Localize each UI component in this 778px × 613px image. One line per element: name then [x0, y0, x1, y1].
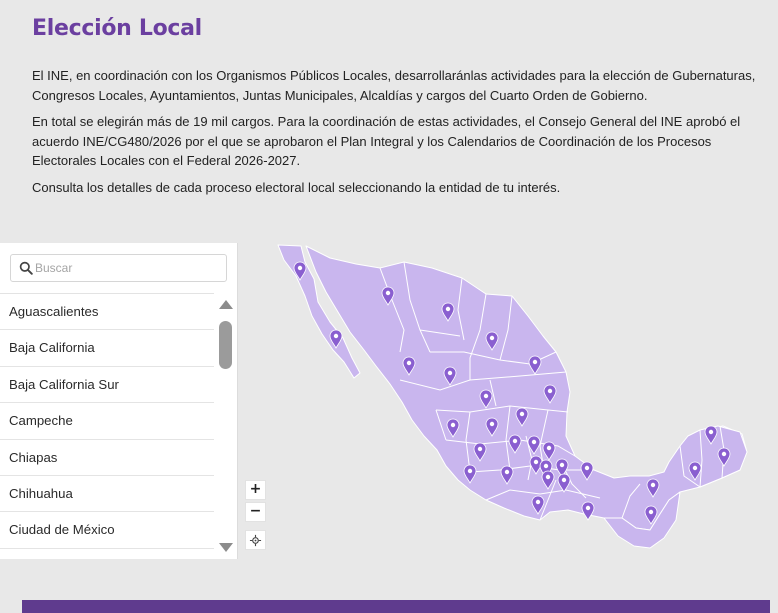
map-region-mainland[interactable] [305, 245, 748, 531]
search-input[interactable] [35, 255, 223, 281]
state-item-aguascalientes[interactable]: Aguascalientes [0, 294, 214, 331]
intro-paragraph-2: En total se elegirán más de 19 mil cargo… [32, 114, 741, 168]
state-item-ciudad-de-mexico[interactable]: Ciudad de México [0, 512, 214, 549]
recenter-icon [249, 534, 262, 547]
mexico-states [277, 244, 748, 549]
page-title: Elección Local [32, 16, 202, 41]
recenter-button[interactable] [245, 530, 266, 550]
map-marker-icon[interactable] [581, 501, 595, 521]
intro-paragraph-3: Consulta los detalles de cada proceso el… [32, 179, 561, 195]
state-item-chiapas[interactable]: Chiapas [0, 440, 214, 476]
intro-text: El INE, en coordinación con los Organism… [32, 66, 762, 204]
state-item-campeche[interactable]: Campeche [0, 403, 214, 440]
scroll-down-arrow-icon[interactable] [219, 543, 233, 552]
scrollbar-thumb[interactable] [219, 321, 232, 369]
search-box[interactable] [10, 254, 227, 282]
search-icon [19, 261, 33, 275]
footer-bar [22, 600, 770, 613]
mexico-map[interactable] [240, 240, 778, 570]
state-item-coahuila[interactable]: Coahuila [0, 549, 214, 560]
zoom-out-button[interactable]: − [245, 502, 266, 522]
state-list: Aguascalientes Baja California Baja Cali… [0, 293, 214, 559]
intro-paragraph-1: El INE, en coordinación con los Organism… [32, 68, 756, 103]
state-item-baja-california[interactable]: Baja California [0, 330, 214, 367]
zoom-in-button[interactable]: + [245, 480, 266, 500]
state-item-baja-california-sur[interactable]: Baja California Sur [0, 367, 214, 404]
scroll-up-arrow-icon[interactable] [219, 300, 233, 309]
state-selector-panel: Aguascalientes Baja California Baja Cali… [0, 243, 238, 559]
list-scrollbar[interactable] [216, 293, 236, 559]
state-item-chihuahua[interactable]: Chihuahua [0, 476, 214, 513]
